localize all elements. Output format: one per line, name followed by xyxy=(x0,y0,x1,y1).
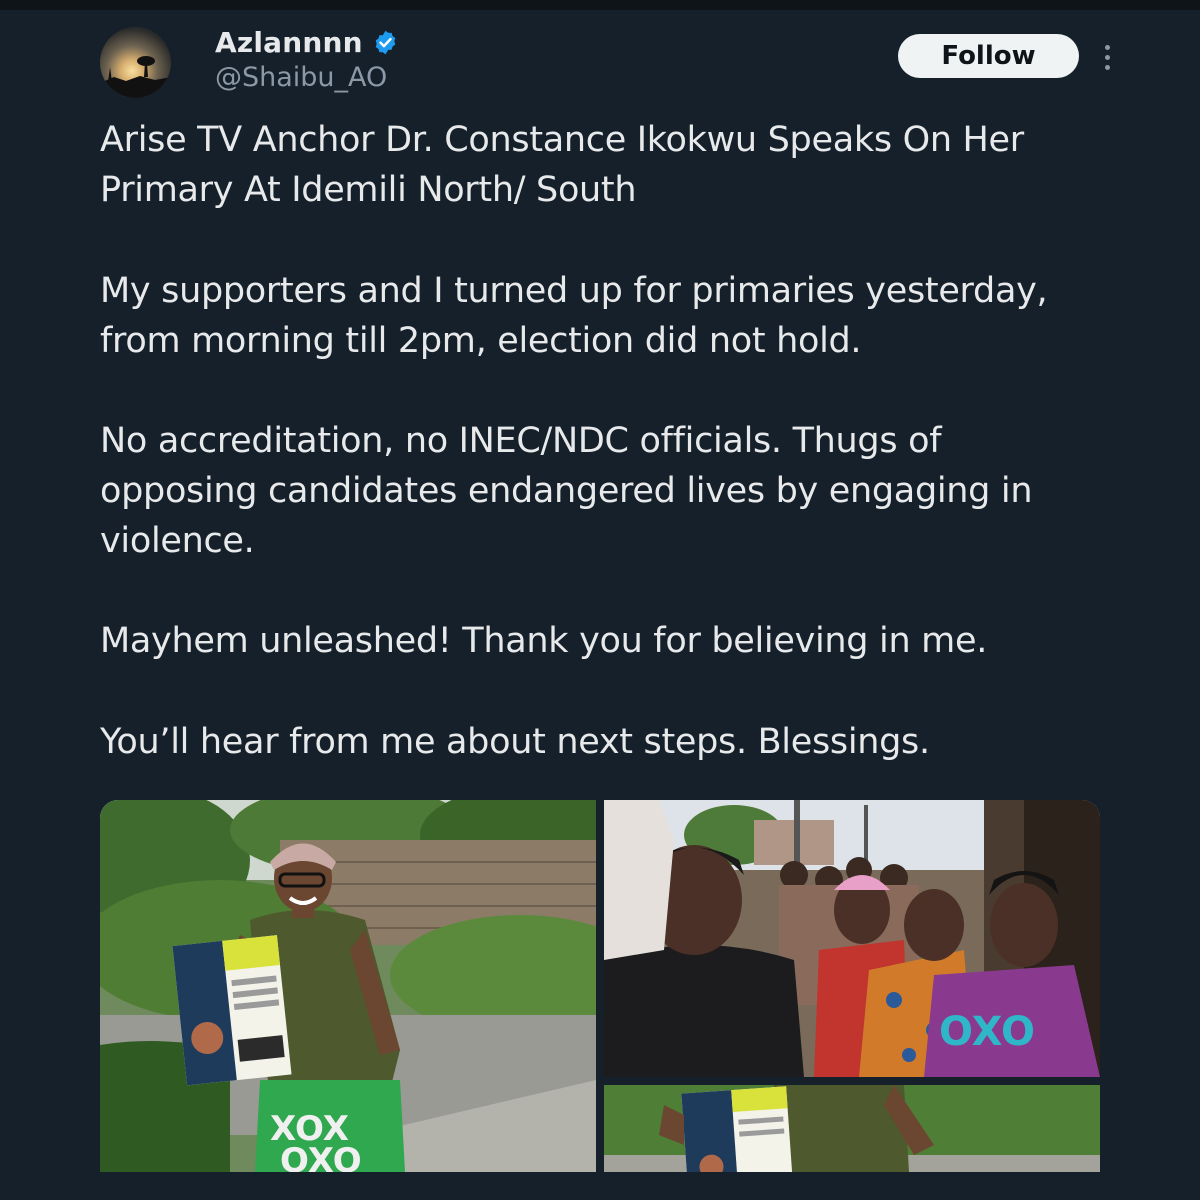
woman-holding-campaign-flyer-photo[interactable]: XOX OXO xyxy=(100,800,596,1172)
user-handle[interactable]: @Shaibu_AO xyxy=(215,62,387,93)
tweet-text-line: Primary At Idemili North/ South xyxy=(100,170,637,210)
more-vertical-icon[interactable] xyxy=(1094,40,1120,74)
avatar[interactable] xyxy=(100,27,171,98)
tweet-text-line: No accreditation, no INEC/NDC officials.… xyxy=(100,421,942,461)
svg-text:OXO: OXO xyxy=(280,1141,362,1172)
tweet-text-line: violence. xyxy=(100,521,255,561)
svg-text:OXO: OXO xyxy=(939,1009,1035,1055)
display-name[interactable]: Azlannnn xyxy=(215,26,363,59)
women-supporters-crowd-photo[interactable]: OXO xyxy=(604,800,1100,1077)
campaign-flyer-closeup-photo[interactable] xyxy=(604,1085,1100,1172)
tweet-text-line: My supporters and I turned up for primar… xyxy=(100,271,1048,311)
tweet-text-line: Mayhem unleashed! Thank you for believin… xyxy=(100,621,988,661)
tweet-text-line: opposing candidates endangered lives by … xyxy=(100,471,1033,511)
verified-badge-icon xyxy=(372,29,399,56)
tweet-text-line: Arise TV Anchor Dr. Constance Ikokwu Spe… xyxy=(100,120,1024,160)
tweet-text-line: from morning till 2pm, election did not … xyxy=(100,321,862,361)
top-separator xyxy=(0,0,1200,10)
follow-button[interactable]: Follow xyxy=(898,34,1079,78)
bottom-bar xyxy=(0,1172,1200,1200)
tweet-text-line: You’ll hear from me about next steps. Bl… xyxy=(100,722,930,762)
media-grid: XOX OXO OXO xyxy=(100,800,1100,1172)
user-name-row[interactable]: Azlannnn xyxy=(215,24,399,60)
